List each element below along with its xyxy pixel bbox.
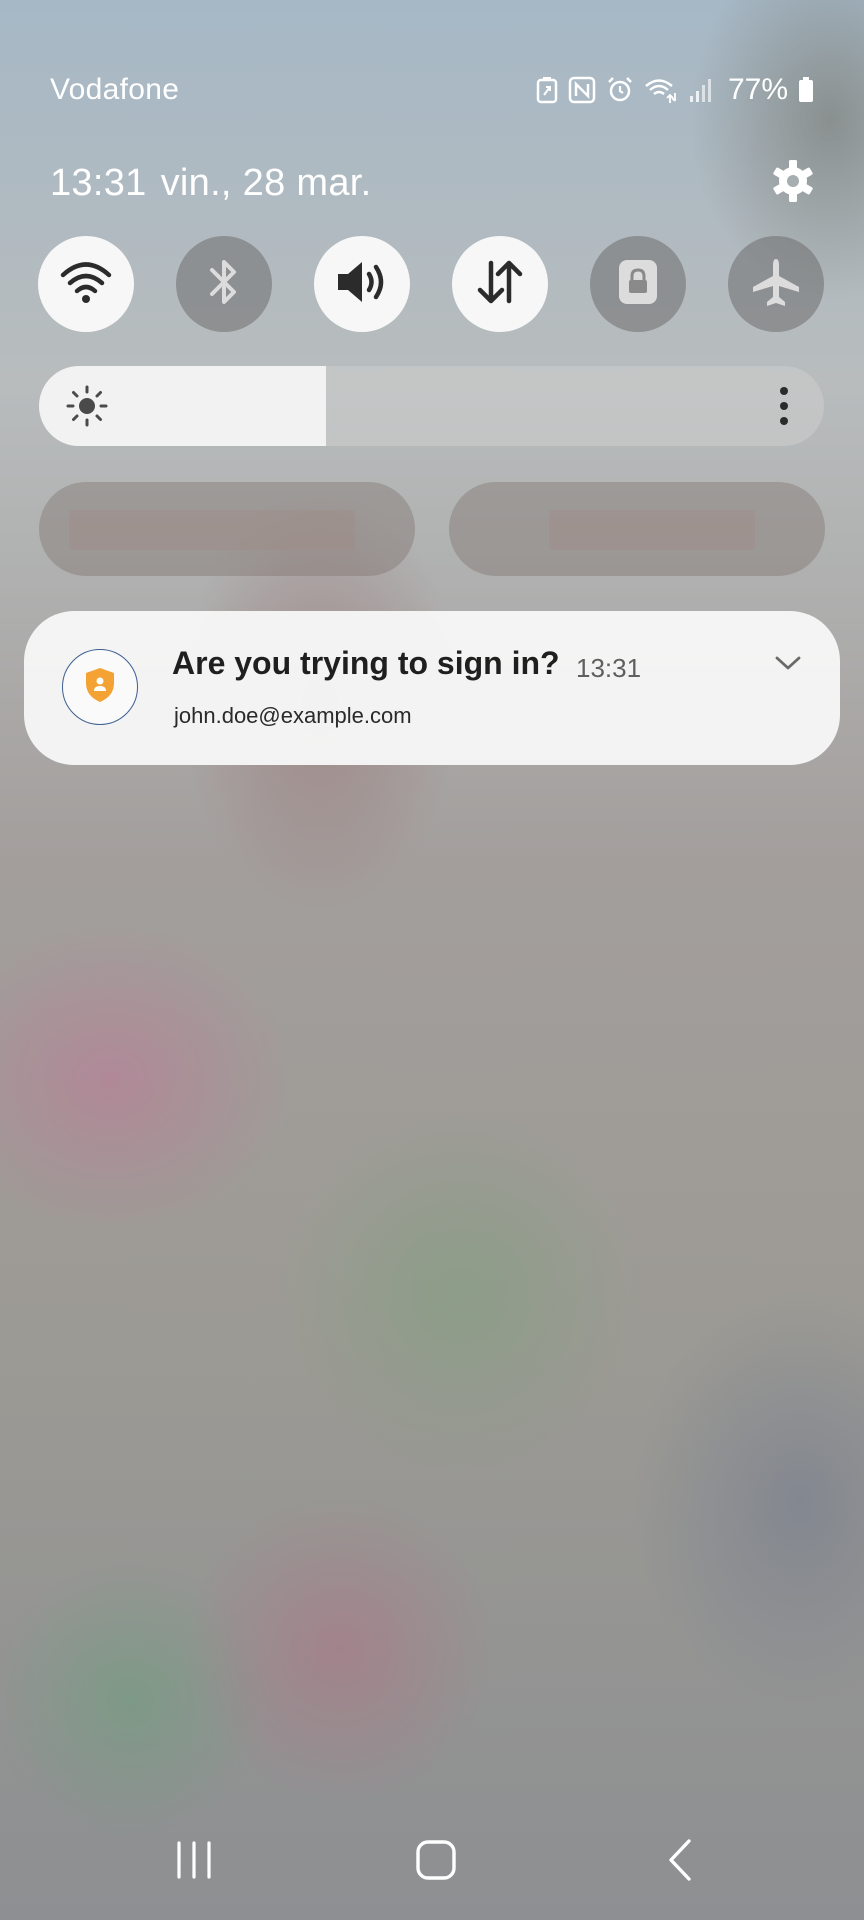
carrier-name: Vodafone (50, 73, 180, 106)
battery-percent: 77% (727, 73, 788, 106)
mobile-data-icon (474, 257, 526, 312)
notification-body: john.doe@example.com (174, 703, 412, 728)
gear-icon (771, 159, 815, 208)
bluetooth-toggle[interactable] (176, 236, 272, 332)
rotation-lock-toggle[interactable] (590, 236, 686, 332)
status-bar: Vodafone 77% (50, 70, 814, 110)
nfc-icon (568, 76, 596, 104)
devices-placeholder (549, 510, 755, 550)
notification-expand-button[interactable] (770, 647, 806, 683)
brightness-slider[interactable] (39, 366, 824, 446)
media-output-button[interactable] (39, 482, 415, 576)
battery-icon (798, 77, 814, 103)
sound-toggle[interactable] (314, 236, 410, 332)
signal-icon (688, 77, 714, 103)
airplane-mode-toggle[interactable] (728, 236, 824, 332)
wifi-data-icon (644, 76, 678, 104)
back-icon (665, 1838, 695, 1887)
wifi-icon (60, 260, 112, 309)
recent-apps-button[interactable] (154, 1822, 234, 1902)
wifi-toggle[interactable] (38, 236, 134, 332)
sign-in-notification[interactable]: Are you trying to sign in? 13:31 john.do… (24, 611, 840, 765)
notification-time: 13:31 (576, 653, 642, 683)
settings-button[interactable] (766, 156, 820, 210)
alarm-icon (606, 76, 634, 104)
quick-settings-toggles (38, 236, 824, 332)
mobile-data-toggle[interactable] (452, 236, 548, 332)
back-button[interactable] (640, 1822, 720, 1902)
sound-icon (334, 258, 390, 311)
airplane-icon (749, 255, 803, 314)
home-button[interactable] (396, 1822, 476, 1902)
clock-time: 13:31 (50, 161, 147, 204)
recents-icon (172, 1840, 216, 1885)
notification-title: Are you trying to sign in? (172, 645, 560, 681)
date-row: 13:31 vin., 28 mar. (50, 158, 814, 208)
shield-person-icon (83, 666, 117, 709)
devices-button[interactable] (449, 482, 825, 576)
lock-icon (616, 257, 660, 312)
bluetooth-icon (206, 256, 242, 313)
status-icons: 77% (536, 73, 814, 107)
date-time: 13:31 vin., 28 mar. (50, 162, 371, 205)
battery-saver-icon (536, 76, 558, 104)
media-output-placeholder (69, 510, 355, 550)
brightness-sun-icon (65, 384, 109, 428)
navigation-bar (0, 1800, 864, 1920)
home-icon (415, 1839, 457, 1886)
more-options-icon[interactable] (774, 386, 794, 426)
media-devices-row (39, 482, 825, 576)
chevron-down-icon (774, 654, 802, 677)
date-label: vin., 28 mar. (160, 161, 372, 204)
notification-app-icon (62, 649, 138, 725)
